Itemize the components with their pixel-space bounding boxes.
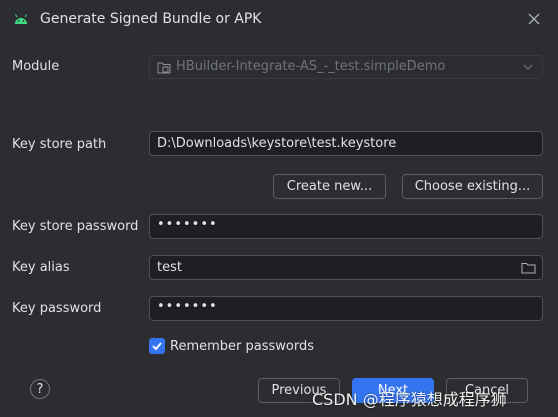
- choose-existing-button[interactable]: Choose existing...: [402, 174, 543, 199]
- close-icon[interactable]: [526, 11, 542, 27]
- key-store-path-input[interactable]: D:\Downloads\keystore\test.keystore: [149, 131, 543, 156]
- key-store-path-value: D:\Downloads\keystore\test.keystore: [157, 136, 397, 151]
- key-store-password-input[interactable]: •••••••: [149, 214, 543, 239]
- title-bar: Generate Signed Bundle or APK: [0, 0, 558, 40]
- key-password-value: •••••••: [157, 299, 218, 314]
- remember-passwords-label: Remember passwords: [170, 339, 314, 354]
- module-folder-icon: [157, 62, 171, 74]
- key-store-path-label: Key store path: [12, 137, 107, 152]
- key-password-input[interactable]: •••••••: [149, 296, 543, 321]
- watermark-text: CSDN @程序猿想成程序狮: [312, 390, 507, 409]
- key-alias-input[interactable]: test: [149, 255, 543, 280]
- help-button[interactable]: ?: [30, 379, 50, 399]
- key-password-label: Key password: [12, 301, 102, 316]
- checkmark-icon: [152, 342, 162, 351]
- key-store-password-label: Key store password: [12, 219, 139, 234]
- key-store-password-value: •••••••: [157, 217, 218, 232]
- remember-passwords-checkbox[interactable]: [149, 338, 165, 354]
- android-icon: [15, 14, 27, 24]
- create-new-button[interactable]: Create new...: [273, 174, 386, 199]
- module-select[interactable]: HBuilder-Integrate-AS_-_test.simpleDemo: [149, 55, 543, 79]
- chevron-down-icon: [523, 64, 533, 70]
- module-label: Module: [12, 59, 60, 74]
- dialog-title: Generate Signed Bundle or APK: [40, 11, 262, 27]
- folder-icon[interactable]: [521, 262, 536, 274]
- module-value: HBuilder-Integrate-AS_-_test.simpleDemo: [176, 59, 446, 74]
- key-alias-label: Key alias: [12, 260, 70, 275]
- key-alias-value: test: [157, 260, 182, 275]
